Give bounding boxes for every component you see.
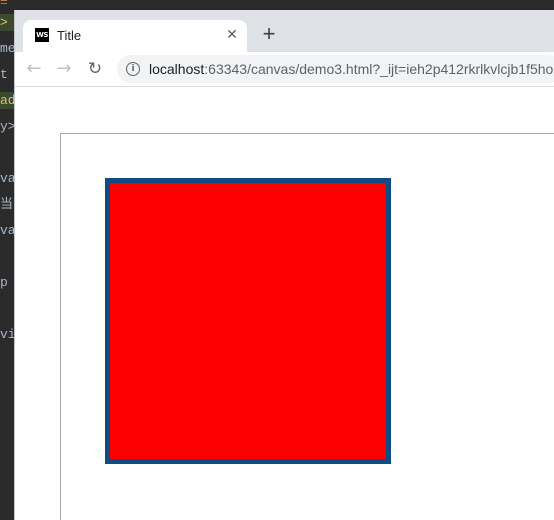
url-path: :63343/canvas/demo3.html?_ijt=ieh2p412rk…: [204, 61, 554, 77]
code-line: me: [0, 41, 14, 56]
canvas-element: [60, 133, 554, 520]
close-icon[interactable]: ✕: [223, 25, 241, 43]
code-line: vi: [0, 327, 14, 342]
code-line: t: [0, 67, 8, 82]
code-line: va: [0, 171, 14, 186]
url-text: localhost:63343/canvas/demo3.html?_ijt=i…: [149, 61, 553, 77]
code-line: 当: [0, 197, 14, 212]
red-square: [105, 178, 391, 464]
browser-window: WS Title ✕ + ← → ↻ i localhost:63343/can…: [14, 10, 554, 520]
url-host: localhost: [149, 61, 205, 77]
forward-arrow-icon[interactable]: →: [53, 58, 75, 80]
new-tab-button[interactable]: +: [259, 23, 279, 45]
code-line: = "en">: [0, 0, 14, 10]
code-line: y>: [0, 119, 14, 134]
code-editor-strip: = "en"> > me t ad y> va 当 va p vi: [0, 0, 14, 520]
page-viewport: [15, 87, 554, 520]
webstorm-favicon-icon: WS: [35, 28, 49, 42]
info-icon[interactable]: i: [126, 62, 140, 76]
code-line: ad: [0, 92, 14, 109]
browser-toolbar: ← → ↻ i localhost:63343/canvas/demo3.htm…: [15, 52, 554, 87]
reload-icon[interactable]: ↻: [84, 58, 106, 80]
code-line: >: [0, 14, 14, 31]
tab-label: Title: [57, 28, 82, 43]
back-arrow-icon[interactable]: ←: [23, 58, 45, 80]
code-line: va: [0, 223, 14, 238]
address-bar[interactable]: i localhost:63343/canvas/demo3.html?_ijt…: [117, 55, 554, 83]
code-line: p: [0, 275, 8, 290]
tab-strip: WS Title ✕ +: [15, 10, 554, 52]
tab-title[interactable]: WS Title ✕: [23, 20, 247, 52]
